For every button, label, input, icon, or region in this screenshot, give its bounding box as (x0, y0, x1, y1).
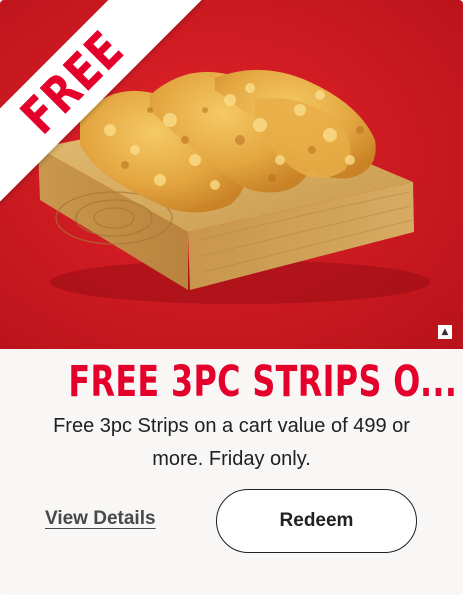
redeem-button[interactable]: Redeem (216, 489, 417, 553)
offer-image: FREE ▲ (0, 0, 463, 349)
view-details-link[interactable]: View Details (45, 508, 156, 530)
offer-card[interactable]: FREE ▲ FREE 3PC STRIPS O... Free 3pc Str… (0, 0, 463, 595)
info-triangle-glyph: ▲ (441, 326, 449, 337)
offer-title-text: FREE 3PC STRIPS O... (68, 357, 458, 407)
offer-description: Free 3pc Strips on a cart value of 499 o… (53, 415, 410, 470)
info-triangle-icon[interactable]: ▲ (438, 325, 452, 339)
offer-title: FREE 3PC STRIPS O... (0, 354, 463, 410)
